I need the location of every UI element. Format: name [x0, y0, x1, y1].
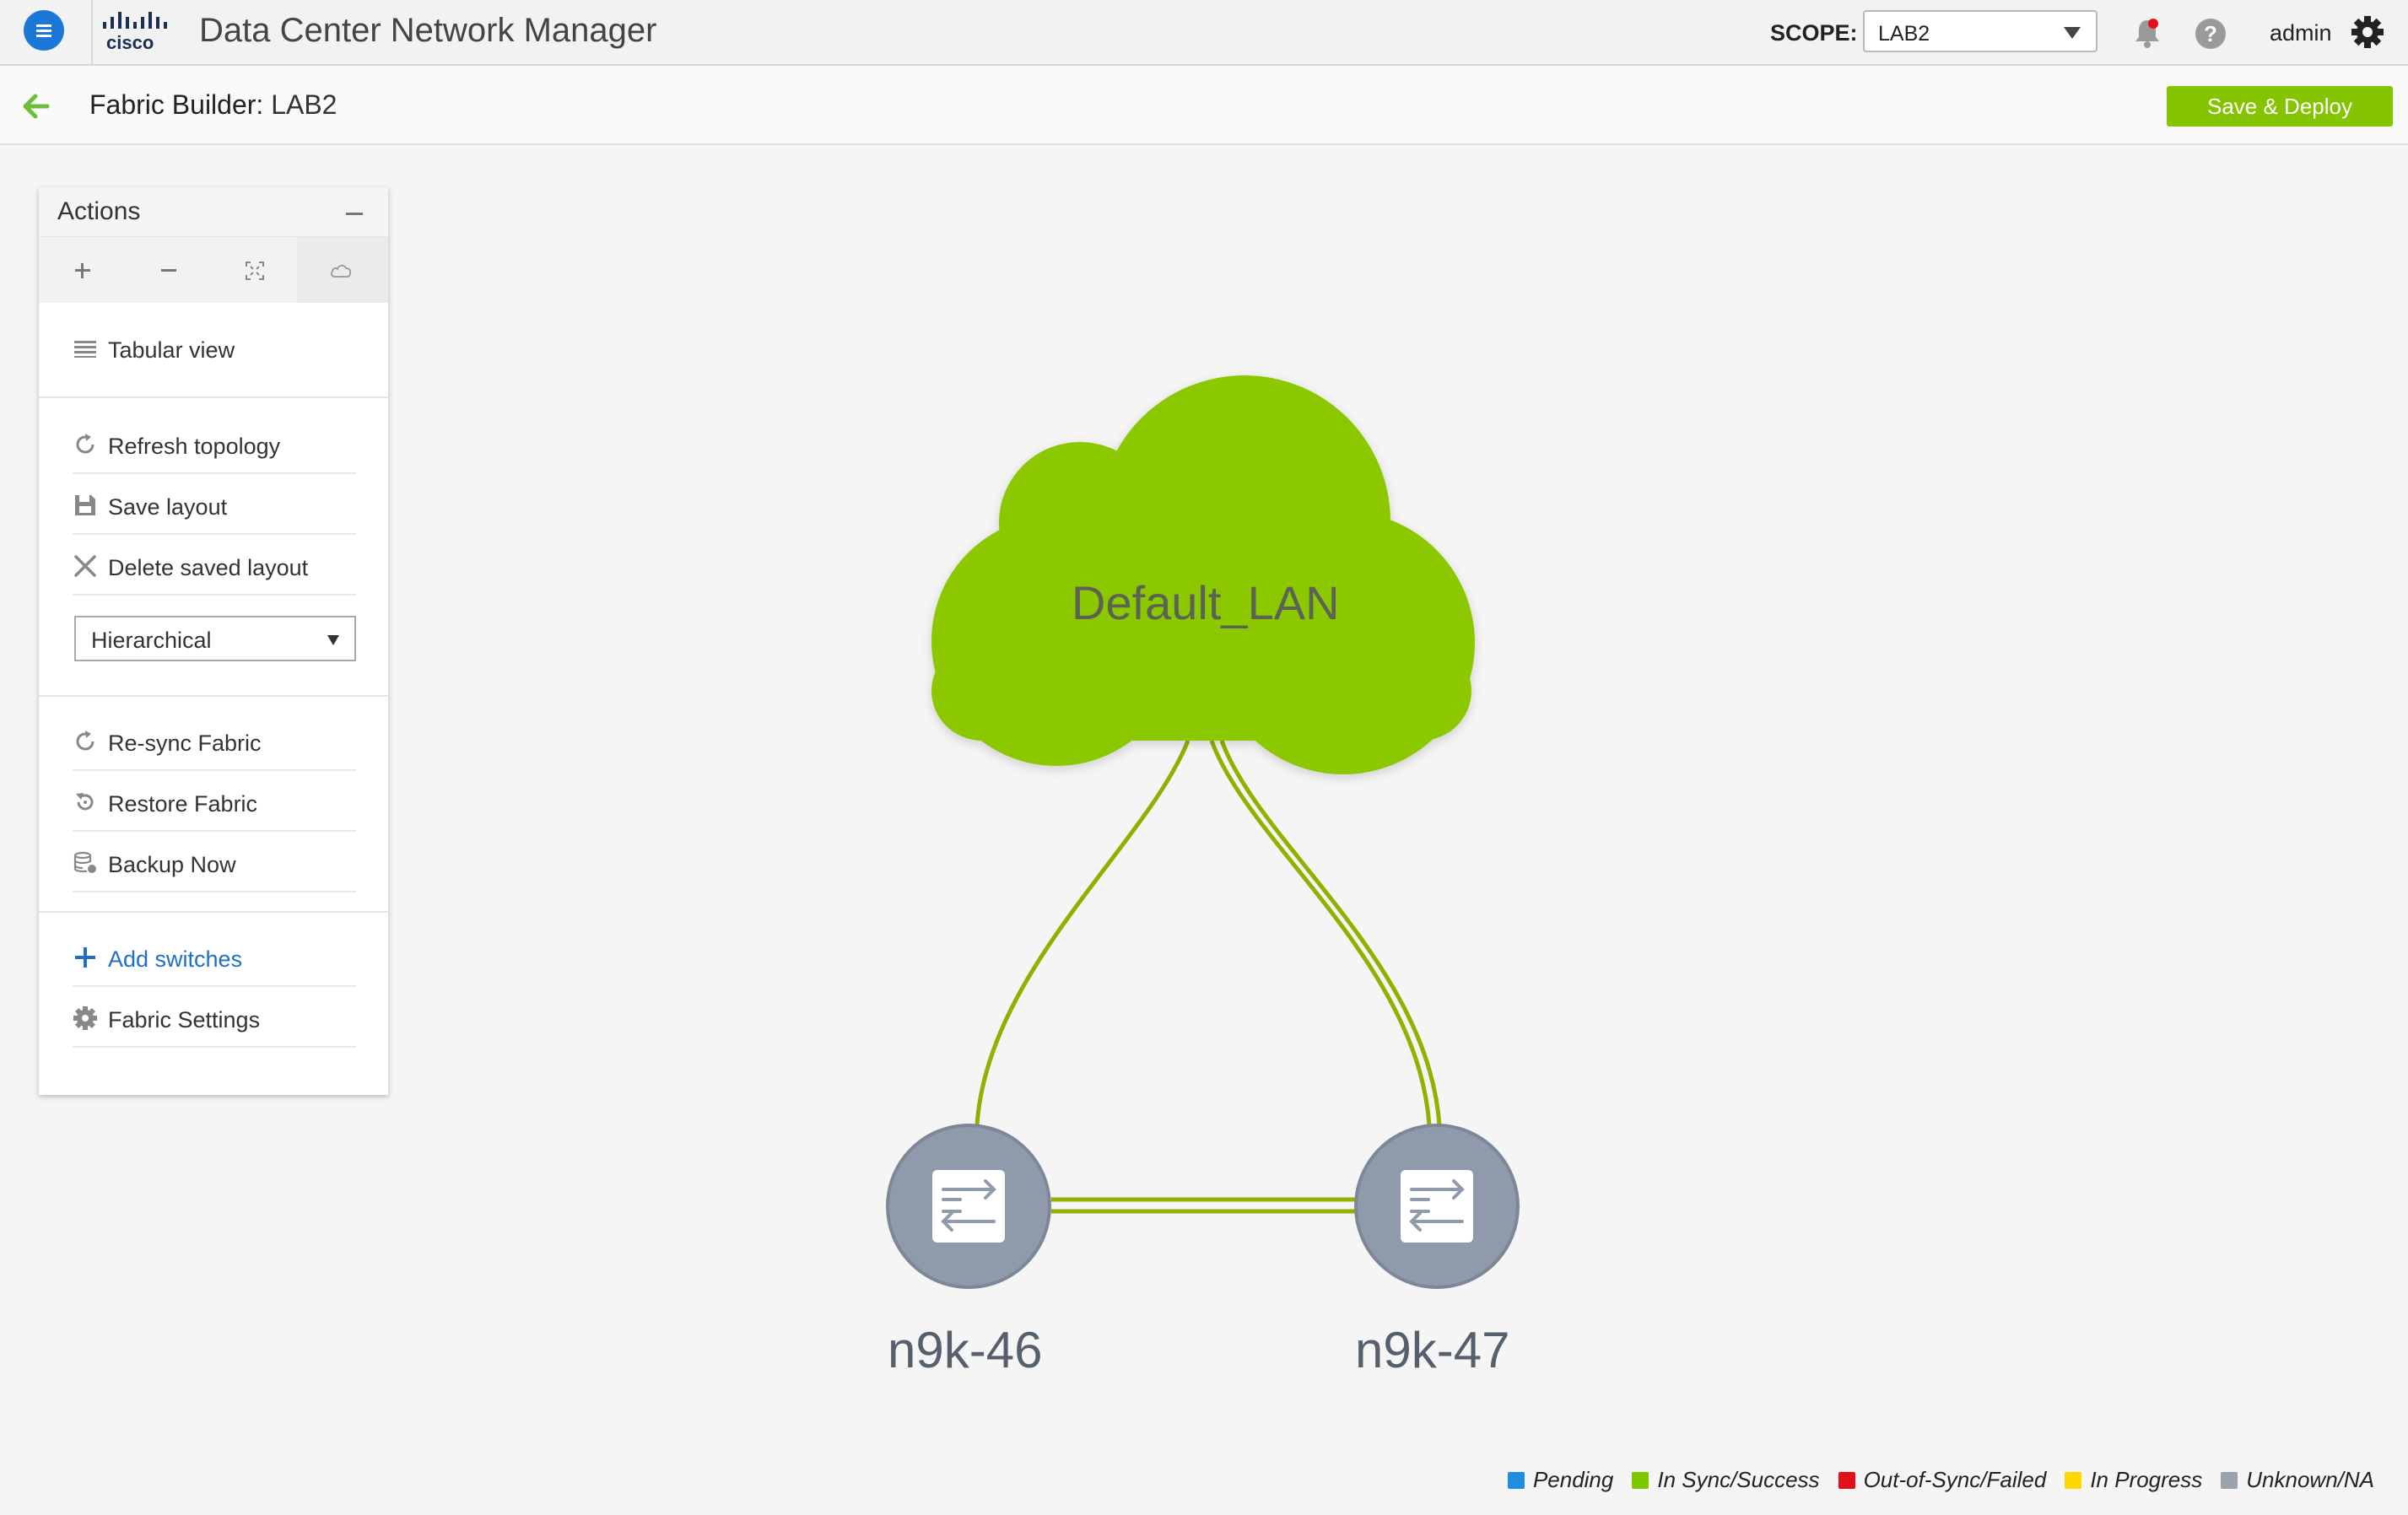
backup-now-item[interactable]: Backup Now: [73, 833, 356, 892]
tabular-view-label: Tabular view: [108, 337, 235, 363]
restore-fabric-label: Restore Fabric: [108, 791, 258, 817]
legend-swatch: [1632, 1471, 1649, 1489]
menu-icon[interactable]: [24, 10, 64, 51]
fabric-settings-label: Fabric Settings: [108, 1007, 261, 1032]
actions-header: Actions: [39, 187, 388, 236]
user-menu[interactable]: admin: [2270, 20, 2332, 46]
topology-links: [975, 740, 1442, 1214]
refresh-topology-item[interactable]: Refresh topology: [73, 415, 356, 474]
legend-swatch: [1838, 1471, 1855, 1489]
layout-select-value: Hierarchical: [91, 628, 212, 653]
cloud-icon: [331, 264, 352, 278]
legend-item-out-of-sync: Out-of-Sync/Failed: [1838, 1467, 2047, 1493]
add-switches-label: Add switches: [108, 946, 243, 972]
bell-icon[interactable]: [2133, 17, 2162, 49]
legend-label: Pending: [1532, 1467, 1614, 1492]
scope-label: SCOPE:: [1770, 20, 1858, 46]
legend-label: In Progress: [2090, 1467, 2203, 1492]
refresh-icon: [76, 434, 94, 454]
layout-select[interactable]: Hierarchical: [74, 616, 356, 661]
save-deploy-button[interactable]: Save & Deploy: [2167, 86, 2393, 127]
database-icon: [73, 851, 96, 873]
zoom-toolbar: [39, 236, 388, 303]
top-header: cisco Data Center Network Manager SCOPE:…: [0, 0, 2408, 66]
legend-swatch: [1507, 1471, 1525, 1489]
fit-screen-button[interactable]: [211, 237, 297, 303]
switch-node-n9k-46[interactable]: [886, 1124, 1051, 1289]
gear-icon[interactable]: [2351, 15, 2384, 49]
delete-saved-layout-item[interactable]: Delete saved layout: [73, 536, 356, 596]
page-title: Fabric Builder: LAB2: [89, 89, 337, 121]
legend-swatch: [2221, 1471, 2238, 1489]
resync-fabric-item[interactable]: Re-sync Fabric: [73, 712, 356, 771]
delete-saved-layout-label: Delete saved layout: [108, 555, 309, 580]
section-divider: [39, 695, 388, 697]
chevron-down-icon: [327, 635, 339, 645]
legend-label: In Sync/Success: [1657, 1467, 1820, 1492]
legend-item-in-sync: In Sync/Success: [1632, 1467, 1820, 1493]
actions-title: Actions: [57, 197, 141, 225]
restore-fabric-item[interactable]: Restore Fabric: [73, 773, 356, 832]
list-icon: [74, 341, 96, 358]
back-arrow-icon[interactable]: [19, 89, 52, 123]
section-divider: [39, 911, 388, 913]
link-cloud-n9k-47-b: [1219, 740, 1442, 1126]
refresh-topology-label: Refresh topology: [108, 434, 281, 459]
collapse-icon[interactable]: [346, 213, 363, 215]
legend-item-in-progress: In Progress: [2065, 1467, 2202, 1493]
scope-select[interactable]: LAB2: [1863, 10, 2098, 52]
status-legend: Pending In Sync/Success Out-of-Sync/Fail…: [1507, 1467, 2374, 1493]
page-title-fabric: LAB2: [271, 89, 337, 120]
scope-value: LAB2: [1878, 22, 1930, 46]
legend-item-unknown: Unknown/NA: [2221, 1467, 2374, 1493]
zoom-in-icon: [75, 263, 90, 278]
tabular-view-item[interactable]: Tabular view: [73, 319, 356, 378]
backup-now-label: Backup Now: [108, 852, 236, 877]
gear-icon: [73, 1006, 97, 1030]
resync-fabric-label: Re-sync Fabric: [108, 731, 262, 756]
legend-item-pending: Pending: [1507, 1467, 1614, 1493]
page-title-prefix: Fabric Builder:: [89, 89, 264, 120]
switch-label-n9k-47: n9k-47: [1355, 1322, 1510, 1378]
zoom-out-button[interactable]: [125, 237, 211, 303]
switch-label-n9k-46: n9k-46: [888, 1322, 1043, 1378]
zoom-out-icon: [161, 269, 176, 272]
sub-header: Fabric Builder: LAB2 Save & Deploy: [0, 66, 2408, 145]
svg-text:cisco: cisco: [106, 32, 154, 53]
cisco-logo: cisco: [103, 12, 167, 53]
floppy-disk-icon: [75, 495, 95, 515]
chevron-down-icon: [2064, 27, 2081, 39]
zoom-in-button[interactable]: [39, 237, 125, 303]
app-title: Data Center Network Manager: [199, 12, 657, 49]
cloud-label: Default_LAN: [1072, 576, 1340, 629]
fit-screen-icon: [246, 261, 264, 280]
plus-icon: [75, 947, 95, 968]
cloud-view-button[interactable]: [297, 237, 388, 303]
switch-node-n9k-47[interactable]: [1354, 1124, 1520, 1289]
save-layout-label: Save layout: [108, 494, 228, 520]
header-divider: [91, 0, 93, 66]
legend-label: Out-of-Sync/Failed: [1863, 1467, 2047, 1492]
save-layout-item[interactable]: Save layout: [73, 476, 356, 535]
section-divider: [39, 396, 388, 398]
legend-swatch: [2065, 1471, 2082, 1489]
close-icon: [74, 555, 96, 577]
restore-icon: [76, 793, 94, 811]
actions-panel: Actions Tabular view Refresh topology Sa…: [39, 187, 388, 1095]
link-cloud-n9k-46: [975, 740, 1191, 1126]
add-switches-item[interactable]: Add switches: [73, 928, 356, 987]
refresh-icon: [76, 731, 94, 751]
link-cloud-n9k-47-a: [1209, 740, 1432, 1126]
help-icon[interactable]: ?: [2195, 19, 2226, 49]
fabric-settings-item[interactable]: Fabric Settings: [73, 989, 356, 1048]
legend-label: Unknown/NA: [2246, 1467, 2374, 1492]
